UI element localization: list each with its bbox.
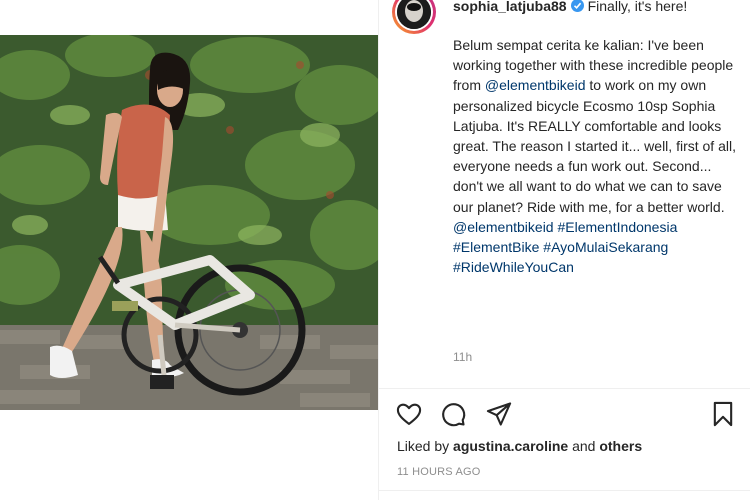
username-link[interactable]: sophia_latjuba88	[453, 0, 567, 14]
comment-divider	[379, 490, 750, 491]
post-side-panel: sophia_latjuba88 Finally, it's here! Belu…	[379, 0, 750, 500]
avatar[interactable]	[392, 0, 436, 34]
hashtag-link[interactable]: #AyoMulaiSekarang	[543, 239, 668, 255]
caption-text: to work on my own personalized bicycle E…	[453, 77, 736, 215]
caption-body: Belum sempat cerita ke kalian: I've been…	[453, 35, 738, 217]
avatar-ring	[395, 0, 433, 31]
caption-time[interactable]: 11h	[453, 350, 472, 364]
caption-opening: Finally, it's here!	[587, 0, 688, 14]
hashtag-link[interactable]: #ElementBike	[453, 239, 539, 255]
comment-icon[interactable]	[439, 400, 467, 428]
liked-user-link[interactable]: agustina.caroline	[453, 438, 568, 454]
post-caption: Belum sempat cerita ke kalian: I've been…	[453, 35, 738, 277]
mention-link[interactable]: @elementbikeid	[485, 77, 586, 93]
action-bar	[379, 396, 750, 436]
mention-link[interactable]: @elementbikeid	[453, 219, 554, 235]
liked-by-line: Liked by agustina.caroline and others	[397, 438, 642, 454]
post-media-pane	[0, 0, 378, 500]
verified-badge-icon	[570, 0, 584, 12]
woman-folding-bicycle-image	[0, 35, 378, 410]
post-header: sophia_latjuba88 Finally, it's here!	[379, 0, 750, 34]
avatar-image	[397, 0, 431, 29]
actions-divider	[379, 388, 750, 389]
caption-first-line: sophia_latjuba88 Finally, it's here!	[453, 0, 687, 15]
paper-plane-icon[interactable]	[485, 400, 513, 428]
post-timestamp[interactable]: 11 HOURS AGO	[397, 466, 481, 478]
liked-prefix: Liked by	[397, 438, 450, 454]
heart-icon[interactable]	[395, 400, 423, 428]
hashtag-link[interactable]: #RideWhileYouCan	[453, 259, 574, 275]
bookmark-icon[interactable]	[709, 400, 737, 428]
post-photo[interactable]	[0, 35, 378, 410]
caption-tags: @elementbikeid #ElementIndonesia #Element…	[453, 217, 738, 278]
hashtag-link[interactable]: #ElementIndonesia	[558, 219, 678, 235]
liked-others-link[interactable]: others	[599, 438, 642, 454]
liked-and: and	[572, 438, 596, 454]
